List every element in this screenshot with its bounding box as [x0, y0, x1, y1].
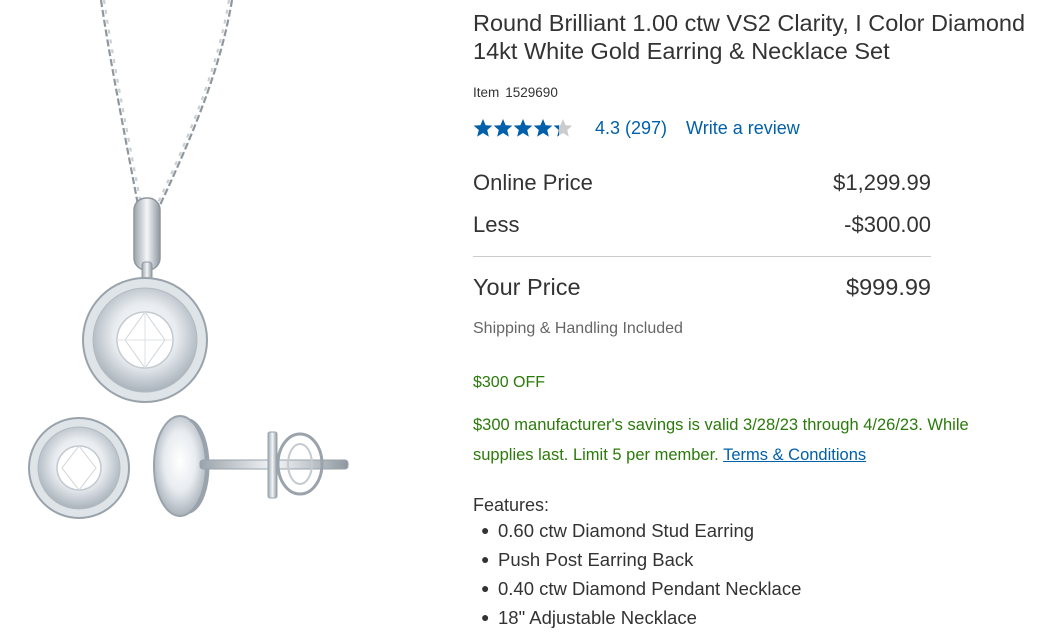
features-label: Features:	[473, 495, 550, 515]
online-price-row: Online Price $1,299.99	[473, 170, 931, 196]
features-list: ● 0.60 ctw Diamond Stud Earring ● Push Post…	[473, 516, 801, 632]
write-review-link[interactable]: Write a review	[686, 118, 800, 139]
savings-description: $300 manufacturer's savings is valid 3/2…	[473, 416, 969, 464]
earring-side	[153, 415, 349, 517]
feature-item: ● Push Post Earring Back	[473, 545, 801, 574]
feature-text: 18" Adjustable Necklace	[498, 607, 697, 628]
shipping-note: Shipping & Handling Included	[473, 320, 683, 337]
star-icon	[513, 119, 533, 137]
terms-conditions-link[interactable]: Terms & Conditions	[723, 446, 866, 464]
pendant-bail	[133, 197, 161, 271]
feature-text: 0.60 ctw Diamond Stud Earring	[498, 520, 755, 541]
product-title: Round Brilliant 1.00 ctw VS2 Clarity, I …	[473, 10, 1026, 64]
bullet-icon: ●	[481, 522, 490, 538]
online-price-value: $1,299.99	[833, 170, 931, 195]
your-price-row: Your Price $999.99	[473, 274, 931, 301]
star-icon	[553, 119, 573, 137]
product-image[interactable]	[0, 0, 440, 631]
rating-row: 4.3 (297) Write a review	[473, 116, 800, 140]
your-price-label: Your Price	[473, 274, 581, 300]
promo-off-badge: $300 OFF	[473, 374, 546, 391]
item-number-value: 1529690	[505, 85, 558, 100]
pendant	[82, 277, 208, 403]
savings-text: $300 manufacturer's savings is valid 3/2…	[473, 410, 1033, 470]
feature-item: ● 0.40 ctw Diamond Pendant Necklace	[473, 574, 801, 603]
your-price-value: $999.99	[846, 274, 931, 300]
necklace-chain	[99, 0, 234, 206]
discount-row: Less -$300.00	[473, 212, 931, 238]
jewelry-illustration	[28, 0, 349, 519]
item-label: Item	[473, 85, 500, 100]
discount-value: -$300.00	[844, 212, 931, 237]
online-price-label: Online Price	[473, 170, 593, 195]
feature-item: ● 0.60 ctw Diamond Stud Earring	[473, 516, 801, 545]
bullet-icon: ●	[481, 551, 490, 567]
bullet-icon: ●	[481, 580, 490, 596]
feature-text: 0.40 ctw Diamond Pendant Necklace	[498, 578, 802, 599]
earring-front	[28, 417, 130, 519]
feature-item: ● 18" Adjustable Necklace	[473, 603, 801, 632]
discount-label: Less	[473, 212, 520, 237]
star-icon	[473, 119, 493, 137]
star-icon	[533, 119, 553, 137]
price-divider	[473, 256, 931, 257]
star-rating[interactable]	[473, 118, 573, 138]
item-number: Item 1529690	[473, 85, 558, 100]
star-icon	[493, 119, 513, 137]
rating-count-link[interactable]: 4.3 (297)	[595, 118, 667, 139]
feature-text: Push Post Earring Back	[498, 549, 694, 570]
bullet-icon: ●	[481, 609, 490, 625]
